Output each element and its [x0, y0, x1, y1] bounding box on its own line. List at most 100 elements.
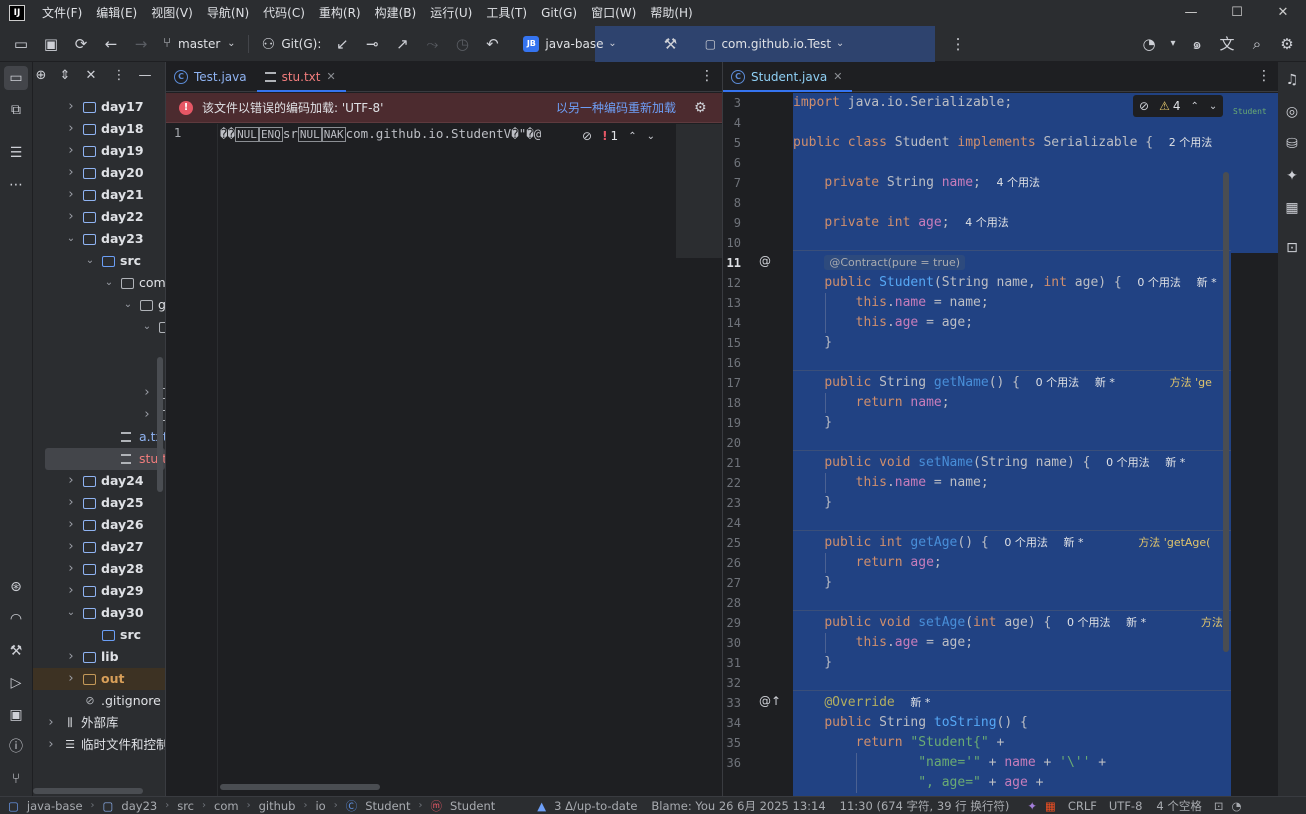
menu-build[interactable]: 构建(B) — [368, 0, 424, 26]
chevron-down-icon[interactable]: ⌄ — [647, 131, 655, 142]
menu-file[interactable]: 文件(F) — [35, 0, 89, 26]
tree-item[interactable]: ›[ — [33, 404, 165, 426]
tree-item[interactable]: src — [33, 624, 165, 646]
tree-item[interactable]: ⌄ src — [33, 250, 165, 272]
chevron-right-icon[interactable]: › — [65, 492, 77, 514]
settings-gear-icon[interactable]: ⚙ — [1272, 30, 1302, 58]
chevron-down-icon[interactable]: ⌄ — [603, 30, 621, 58]
problems-icon[interactable]: ⓘ — [4, 735, 28, 759]
menu-refactor[interactable]: 重构(R) — [312, 0, 368, 26]
run-config-selector[interactable]: com.github.io.Test — [721, 37, 831, 51]
chevron-right-icon[interactable]: › — [45, 734, 57, 756]
breadcrumb-github[interactable]: github — [255, 799, 300, 813]
chevron-down-icon[interactable]: ⌄ — [103, 272, 115, 294]
tree-item[interactable] — [33, 360, 165, 382]
close-icon[interactable]: ✕ — [833, 62, 842, 92]
git-status-icon[interactable]: ◔ — [1228, 799, 1246, 813]
chevron-right-icon[interactable]: › — [65, 118, 77, 140]
git-update-icon[interactable]: ↙ — [327, 30, 357, 58]
menu-view[interactable]: 视图(V) — [144, 0, 200, 26]
build-tool-icon[interactable]: ⚒ — [4, 639, 28, 663]
tree-item[interactable]: › out — [33, 668, 165, 690]
git-tool-icon[interactable]: ⑂ — [4, 767, 28, 791]
terminal-icon[interactable]: ▣ — [4, 703, 28, 727]
structure-tool-icon[interactable]: ☰ — [4, 141, 28, 165]
chevron-down-icon[interactable]: ⌄ — [122, 294, 134, 316]
chevron-down-icon[interactable]: ⌄ — [220, 30, 242, 58]
ai-assistant-icon[interactable]: ๑ — [1182, 30, 1212, 58]
search-icon[interactable]: ⌕ — [1242, 30, 1272, 58]
git-history-icon[interactable]: ◷ — [447, 30, 477, 58]
tree-item[interactable]: › day21 — [33, 184, 165, 206]
vcs-status[interactable]: 3 Δ/up-to-date — [550, 799, 641, 813]
horizontal-scrollbar[interactable] — [220, 784, 380, 790]
breadcrumb-src[interactable]: src — [173, 799, 198, 813]
minimize-button[interactable]: — — [1168, 0, 1214, 26]
chevron-down-icon[interactable]: ⌄ — [84, 250, 96, 272]
tab-options-icon[interactable]: ⋮ — [1257, 68, 1271, 84]
expand-all-icon[interactable]: ⇕ — [55, 66, 75, 86]
chevron-right-icon[interactable]: › — [65, 184, 77, 206]
tab-student-java[interactable]: C Student.java ✕ — [723, 62, 853, 92]
menu-window[interactable]: 窗口(W) — [584, 0, 643, 26]
profiler-icon[interactable]: ◠ — [4, 607, 28, 631]
run-tool-icon[interactable]: ▷ — [4, 671, 28, 695]
git-commit-icon[interactable]: ⊸ — [357, 30, 387, 58]
reader-mode-icon[interactable]: ⊘ — [582, 129, 592, 143]
chevron-right-icon[interactable]: › — [65, 668, 77, 690]
tree-item[interactable]: ⊘ .gitignore — [33, 690, 165, 712]
tree-item[interactable]: ⌄[ — [33, 316, 165, 338]
hide-panel-icon[interactable]: — — [135, 66, 155, 86]
tree-item[interactable]: › ☰ 临时文件和控制 — [33, 734, 165, 756]
chevron-right-icon[interactable]: › — [65, 96, 77, 118]
tree-item[interactable]: › day24 — [33, 470, 165, 492]
tree-item[interactable]: › day29 — [33, 580, 165, 602]
git-merge-icon[interactable]: ⤳ — [417, 30, 447, 58]
locate-icon[interactable]: ⊕ — [33, 66, 51, 86]
breadcrumb-com[interactable]: com — [210, 799, 243, 813]
breadcrumb-project[interactable]: java-base — [23, 799, 87, 813]
collapse-all-icon[interactable]: ✕ — [81, 66, 101, 86]
tree-vertical-scrollbar[interactable] — [157, 357, 163, 492]
menu-code[interactable]: 代码(C) — [256, 0, 312, 26]
tree-item[interactable]: a.txt — [33, 426, 165, 448]
code-area[interactable]: import java.io.Serializable; public class… — [793, 93, 1231, 796]
menu-tools[interactable]: 工具(T) — [479, 0, 534, 26]
minimap[interactable] — [676, 124, 722, 258]
menu-git[interactable]: Git(G) — [534, 0, 584, 26]
chevron-right-icon[interactable]: › — [65, 558, 77, 580]
indent-setting[interactable]: 4 个空格 — [1152, 798, 1205, 814]
chevron-right-icon[interactable]: › — [45, 712, 57, 734]
plugin-icon[interactable]: ✦ — [1023, 799, 1041, 813]
breadcrumb-class[interactable]: Student — [361, 799, 414, 813]
chevron-right-icon[interactable]: › — [65, 580, 77, 602]
blame-info[interactable]: Blame: You 26 6月 2025 13:14 — [647, 798, 829, 814]
forward-icon[interactable]: → — [126, 30, 156, 58]
save-icon[interactable]: ▣ — [36, 30, 66, 58]
close-window-button[interactable]: ✕ — [1260, 0, 1306, 26]
minimap[interactable]: Student — [1231, 93, 1279, 253]
breadcrumb-method[interactable]: Student — [446, 799, 499, 813]
branch-selector[interactable]: master — [178, 37, 220, 51]
menu-navigate[interactable]: 导航(N) — [200, 0, 256, 26]
line-separator[interactable]: CRLF — [1064, 799, 1101, 813]
chevron-right-icon[interactable]: › — [65, 140, 77, 162]
reload-encoding-link[interactable]: 以另一种编码重新加载 — [556, 93, 676, 123]
breadcrumb-io[interactable]: io — [311, 799, 329, 813]
chevron-down-icon[interactable]: ⌄ — [1209, 101, 1217, 112]
menu-help[interactable]: 帮助(H) — [643, 0, 699, 26]
caret-position[interactable]: 11:30 (674 字符, 39 行 换行符) — [836, 798, 1014, 814]
inspection-widget[interactable]: ⊘ ⚠ 4 ⌃ ⌄ — [1133, 95, 1224, 117]
project-tool-icon[interactable]: ▭ — [4, 66, 28, 90]
reader-mode-icon[interactable]: ⊘ — [1139, 99, 1149, 113]
override-gutter-icon[interactable]: @↑ — [759, 694, 781, 708]
notifications-icon[interactable]: ♫ — [1280, 68, 1304, 92]
file-encoding[interactable]: UTF-8 — [1105, 799, 1147, 813]
code-with-me-icon[interactable]: ◔ — [1134, 30, 1164, 58]
gear-icon[interactable]: ⚙ — [694, 100, 707, 116]
tree-horizontal-scrollbar[interactable] — [33, 788, 143, 794]
git-push-icon[interactable]: ↗ — [387, 30, 417, 58]
chevron-right-icon[interactable]: › — [65, 470, 77, 492]
vertical-scrollbar[interactable] — [1223, 172, 1229, 652]
close-icon[interactable]: ✕ — [326, 62, 335, 92]
